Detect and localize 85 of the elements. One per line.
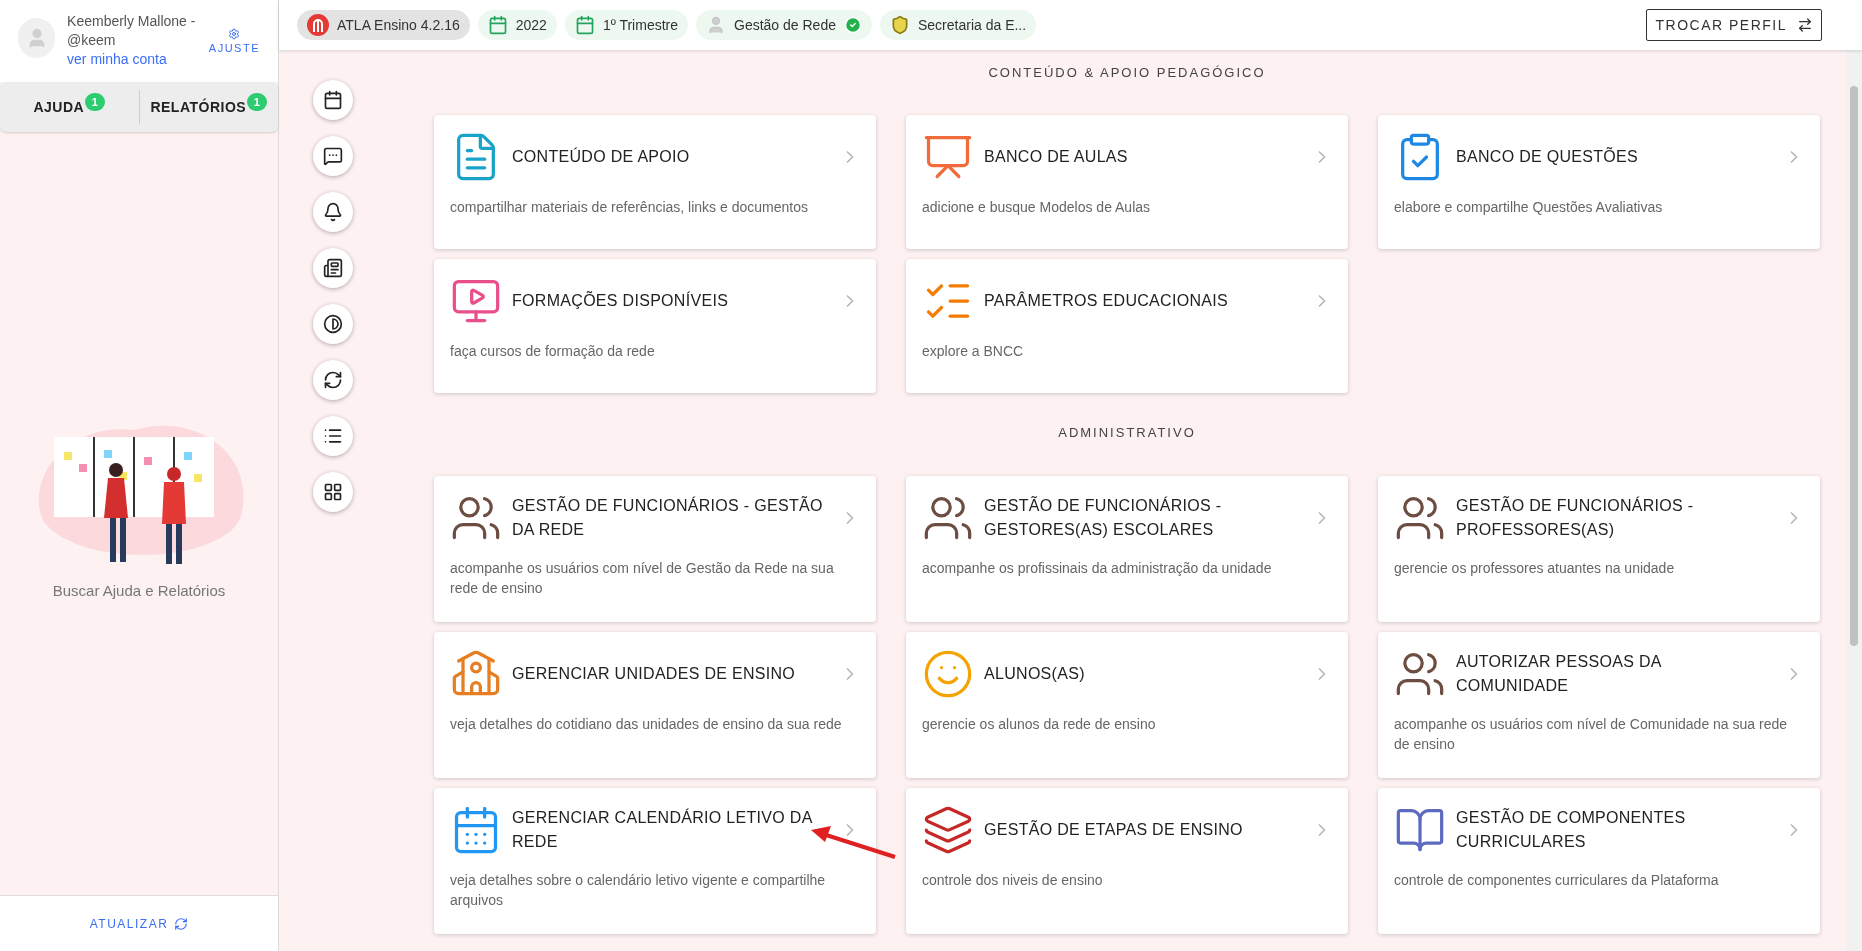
menu-card[interactable]: GESTÃO DE FUNCIONÁRIOS - GESTÃO DA REDE acompanhe os usuários com nível de Gestão da Rede na sua rede de ensino: [434, 476, 876, 622]
context-chip[interactable]: ATLA Ensino 4.2.16: [297, 10, 470, 40]
card-title: GESTÃO DE FUNCIONÁRIOS - GESTÃO DA REDE: [512, 495, 824, 540]
card-description: faça cursos de formação da rede: [450, 341, 656, 361]
list-button[interactable]: [313, 416, 353, 456]
card-description: veja detalhes sobre o calendário letivo vigente e compartilhe arquivos: [450, 871, 827, 910]
card-title: GERENCIAR UNIDADES DE ENSINO: [512, 664, 797, 684]
card-title: GESTÃO DE ETAPAS DE ENSINO: [984, 819, 1244, 840]
refresh-icon: [323, 370, 343, 390]
card-description: elabore e compartilhe Questões Avaliativas: [1394, 197, 1664, 217]
card-title: GESTÃO DE FUNCIONÁRIOS - PROFESSORES(AS): [1456, 495, 1695, 540]
card-title: CONTEÚDO DE APOIO: [512, 146, 691, 167]
crest-icon: [890, 15, 910, 35]
empty-state-text: Buscar Ajuda e Relatórios: [52, 581, 226, 601]
card-description: acompanhe os profissinais da administração da unidade: [922, 559, 1273, 578]
newspaper-icon: [323, 258, 343, 278]
card-description: gerencie os alunos da rede de ensino: [922, 715, 1157, 734]
settings-icon: [228, 28, 241, 40]
grid-button[interactable]: [313, 472, 353, 512]
user-icon: [706, 15, 726, 35]
section-title: CONTEÚDO & APOIO PEDAGÓGICO: [987, 64, 1267, 82]
settings-button[interactable]: AJUSTE: [208, 28, 260, 57]
calendar-icon: [574, 15, 595, 35]
menu-card[interactable]: GERENCIAR UNIDADES DE ENSINO veja detalhes do cotidiano das unidades de ensino da sua rede: [434, 632, 876, 778]
newspaper-button[interactable]: [313, 248, 353, 288]
list-icon: [323, 426, 343, 446]
menu-card[interactable]: GESTÃO DE ETAPAS DE ENSINO controle dos niveis de ensino: [906, 788, 1348, 934]
card-description: acompanhe os usuários com nível de Comunidade na sua rede de ensino: [1394, 715, 1789, 754]
refresh-button[interactable]: [313, 360, 353, 400]
smiley-icon: [922, 648, 974, 700]
bell-icon: [323, 202, 343, 222]
menu-card[interactable]: GESTÃO DE FUNCIONÁRIOS - PROFESSORES(AS) gerencie os professores atuantes na unidade: [1378, 476, 1820, 622]
context-chip[interactable]: 1º Trimestre: [564, 10, 688, 40]
card-description: acompanhe os usuários com nível de Gestão da Rede na sua rede de ensino: [450, 559, 835, 598]
menu-card[interactable]: CONTEÚDO DE APOIO compartilhar materiais de referências, links e documentos: [434, 114, 876, 249]
count-badge: 1: [85, 93, 106, 111]
card-description: controle de componentes curriculares da Plataforma: [1394, 871, 1720, 890]
logo-icon: [307, 14, 329, 36]
count-badge: 1: [247, 93, 268, 111]
menu-card[interactable]: GERENCIAR CALENDÁRIO LETIVO DA REDE veja detalhes sobre o calendário letivo vigente e compartilhe arquivos: [434, 788, 876, 934]
menu-card[interactable]: ALUNOS(AS) gerencie os alunos da rede de ensino: [906, 632, 1348, 778]
menu-card[interactable]: AUTORIZAR PESSOAS DA COMUNIDADE acompanhe os usuários com nível de Comunidade na sua rede de ensino: [1378, 632, 1820, 778]
card-title: PARÂMETROS EDUCACIONAIS: [984, 290, 1229, 311]
menu-card[interactable]: BANCO DE AULAS adicione e busque Modelos de Aulas: [906, 114, 1348, 249]
card-description: compartilhar materiais de referências, links e documentos: [450, 197, 809, 217]
card-title: BANCO DE QUESTÕES: [1456, 146, 1640, 167]
calendar-icon: [487, 15, 508, 35]
context-chip[interactable]: 2022: [477, 10, 557, 40]
contrast-button[interactable]: [313, 304, 353, 344]
chat-icon: [323, 146, 343, 166]
card-description: controle dos niveis de ensino: [922, 871, 1104, 890]
menu-card[interactable]: GESTÃO DE FUNCIONÁRIOS - GESTORES(AS) ESCOLARES acompanhe os profissinais da administração da unidade: [906, 476, 1348, 622]
contrast-icon: [323, 314, 343, 334]
card-title: BANCO DE AULAS: [984, 146, 1129, 167]
menu-card[interactable]: FORMAÇÕES DISPONÍVEIS faça cursos de formação da rede: [434, 258, 876, 393]
menu-card[interactable]: PARÂMETROS EDUCACIONAIS explore a BNCC: [906, 258, 1348, 393]
card-description: gerencie os professores atuantes na unidade: [1394, 559, 1676, 578]
account-link[interactable]: ver minha conta: [67, 50, 197, 69]
context-chip[interactable]: Secretaria da E...: [880, 10, 1037, 40]
card-title: AUTORIZAR PESSOAS DA COMUNIDADE: [1456, 652, 1663, 696]
card-description: adicione e busque Modelos de Aulas: [922, 197, 1152, 217]
section-title: ADMINISTRATIVO: [1057, 423, 1197, 442]
card-title: GESTÃO DE FUNCIONÁRIOS - GESTORES(AS) ESCOLARES: [984, 495, 1223, 540]
menu-card[interactable]: GESTÃO DE COMPONENTES CURRICULARES controle de componentes curriculares da Plataforma: [1378, 788, 1820, 934]
refresh-icon: [174, 916, 189, 931]
context-chip[interactable]: Gestão de Rede: [696, 10, 872, 40]
swap-arrows-icon: [1797, 17, 1813, 33]
card-title: GESTÃO DE COMPONENTES CURRICULARES: [1456, 807, 1687, 852]
refresh-button[interactable]: ATUALIZAR: [89, 914, 189, 933]
calendar-button[interactable]: [313, 80, 353, 120]
card-description: explore a BNCC: [922, 341, 1025, 361]
switch-profile-button[interactable]: TROCAR PERFIL: [1646, 9, 1822, 41]
calendar-icon: [323, 90, 343, 110]
layers-icon: [922, 804, 974, 856]
menu-card[interactable]: BANCO DE QUESTÕES elabore e compartilhe Questões Avaliativas: [1378, 114, 1820, 249]
card-title: ALUNOS(AS): [984, 664, 1086, 684]
sidebar-tab[interactable]: RELATÓRIOS 1: [139, 82, 278, 132]
sidebar-tab[interactable]: AJUDA 1: [0, 82, 139, 132]
card-title: FORMAÇÕES DISPONÍVEIS: [512, 290, 730, 311]
card-description: veja detalhes do cotidiano das unidades de ensino da sua rede: [450, 715, 843, 734]
card-title: GERENCIAR CALENDÁRIO LETIVO DA REDE: [512, 807, 814, 852]
chat-button[interactable]: [313, 136, 353, 176]
bell-button[interactable]: [313, 192, 353, 232]
user-name: Keemberly Mallone - @keem: [67, 12, 197, 50]
grid-icon: [323, 482, 343, 502]
